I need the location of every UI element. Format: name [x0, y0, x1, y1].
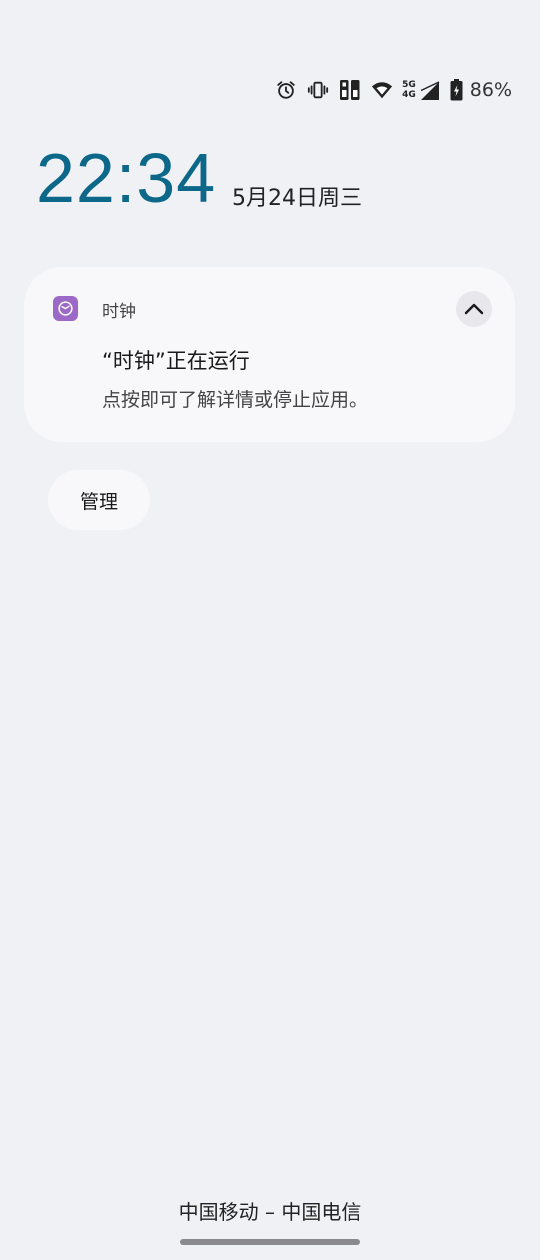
- wifi-icon: [370, 78, 394, 102]
- notification-app-name: 时钟: [102, 302, 136, 322]
- chevron-up-icon: [464, 302, 484, 316]
- notification-title: “时钟”正在运行: [102, 349, 250, 373]
- sim-card-icon: [338, 78, 362, 102]
- battery-percentage: 86%: [469, 79, 512, 101]
- clock-app-icon: [53, 296, 78, 321]
- carrier-label: 中国移动 – 中国电信: [178, 1200, 362, 1224]
- status-bar: 5G 4G 86%: [274, 76, 512, 104]
- lock-clock: 22:34: [36, 139, 217, 217]
- signal-icon: [418, 78, 442, 102]
- vibrate-icon: [306, 78, 330, 102]
- notification-card[interactable]: 时钟 “时钟”正在运行 点按即可了解详情或停止应用。: [24, 267, 515, 442]
- lock-date: 5月24日周三: [232, 186, 362, 211]
- manage-button[interactable]: 管理: [48, 470, 150, 530]
- notification-body: 点按即可了解详情或停止应用。: [102, 389, 369, 411]
- collapse-button[interactable]: [456, 291, 492, 327]
- network-type-label: 5G 4G: [402, 80, 416, 100]
- home-indicator[interactable]: [180, 1239, 360, 1245]
- alarm-icon: [274, 78, 298, 102]
- battery-icon: [450, 78, 464, 102]
